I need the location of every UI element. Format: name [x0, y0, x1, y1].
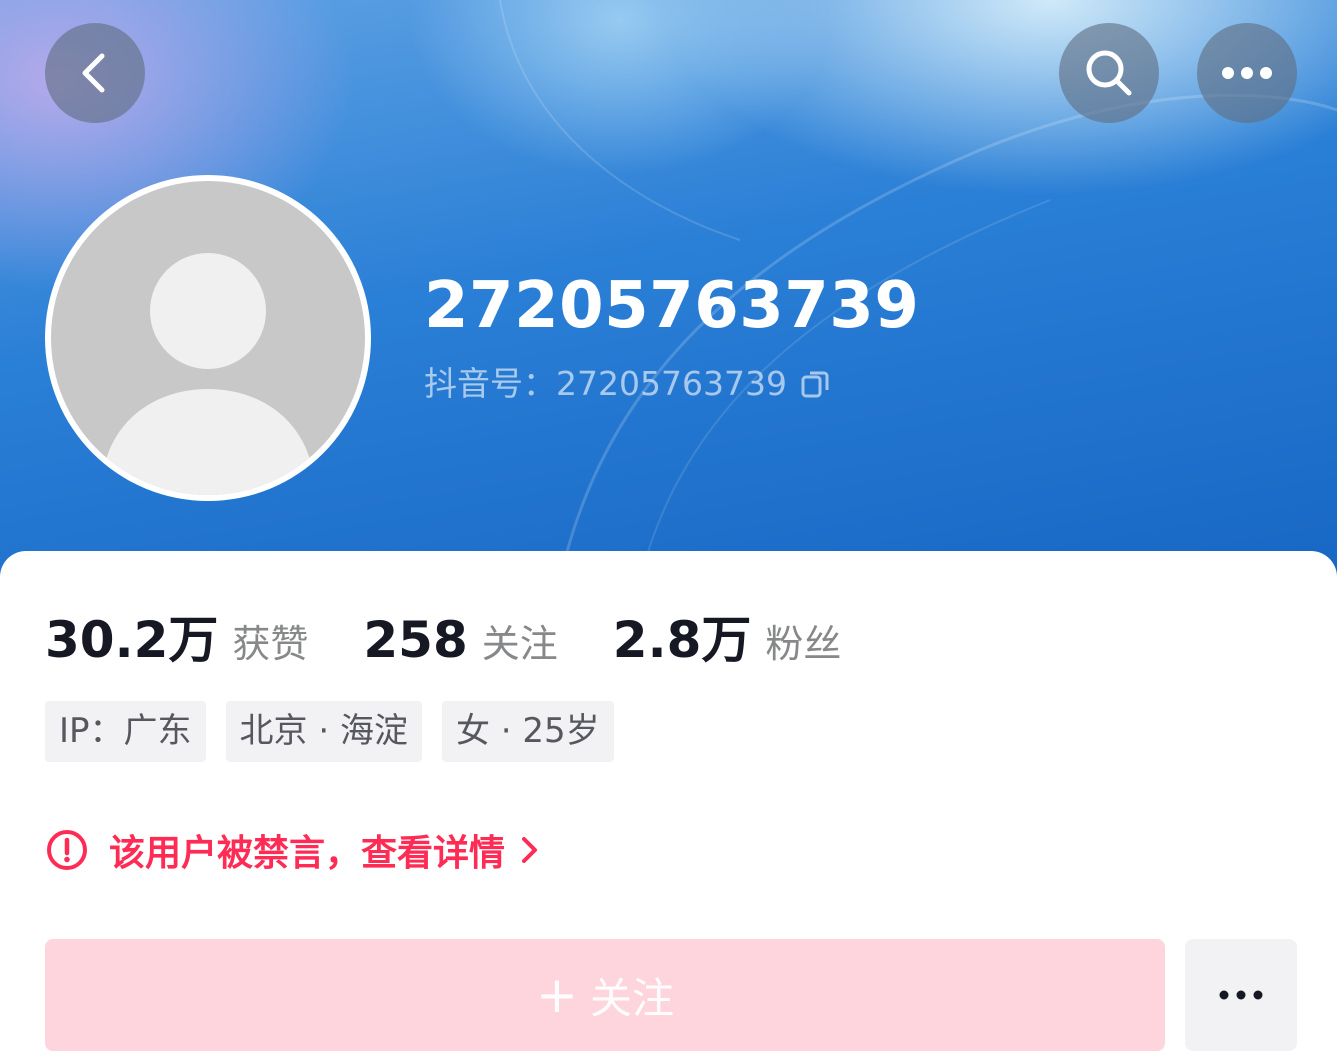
stat-following-value: 258 — [363, 611, 468, 669]
tag-gender-age: 女 · 25岁 — [441, 701, 614, 762]
copy-icon[interactable] — [799, 368, 831, 400]
back-button[interactable] — [45, 23, 145, 123]
stat-following[interactable]: 258 关注 — [363, 611, 557, 669]
stat-followers-value: 2.8万 — [612, 611, 752, 669]
more-horizontal-icon — [1219, 990, 1263, 1000]
follow-button[interactable]: + 关注 — [45, 939, 1165, 1051]
follow-more-button[interactable] — [1185, 939, 1297, 1051]
stats-row: 30.2万 获赞 258 关注 2.8万 粉丝 — [45, 600, 896, 672]
ban-notice-text: 该用户被禁言，查看详情 — [109, 833, 506, 874]
douyin-id-row[interactable]: 抖音号： 27205763739 — [424, 362, 831, 406]
default-avatar — [51, 181, 365, 495]
search-icon — [1086, 50, 1132, 96]
stat-following-label: 关注 — [481, 622, 558, 666]
douyin-id-label: 抖音号： — [424, 364, 556, 403]
plus-icon: + — [536, 966, 578, 1024]
tag-ip: IP：广东 — [45, 701, 206, 762]
search-button[interactable] — [1059, 23, 1159, 123]
stat-likes-label: 获赞 — [232, 622, 309, 666]
stat-likes[interactable]: 30.2万 获赞 — [45, 600, 308, 672]
profile-tags: IP：广东 北京 · 海淀 女 · 25岁 — [45, 701, 634, 762]
nickname: 27205763739 — [424, 269, 920, 343]
user-silhouette-icon — [101, 253, 315, 495]
chevron-left-icon — [82, 53, 105, 93]
stat-followers[interactable]: 2.8万 粉丝 — [613, 600, 842, 672]
douyin-id-value: 27205763739 — [556, 364, 787, 403]
stat-followers-label: 粉丝 — [765, 622, 842, 666]
ban-notice[interactable]: 该用户被禁言，查看详情 — [45, 824, 541, 876]
stat-likes-value: 30.2万 — [45, 611, 219, 669]
chevron-right-icon — [519, 833, 541, 867]
tag-location: 北京 · 海淀 — [225, 701, 422, 762]
follow-label: 关注 — [589, 973, 674, 1023]
avatar[interactable] — [45, 175, 371, 501]
more-horizontal-icon — [1222, 67, 1272, 79]
exclamation-circle-icon — [45, 828, 89, 872]
more-options-button[interactable] — [1197, 23, 1297, 123]
